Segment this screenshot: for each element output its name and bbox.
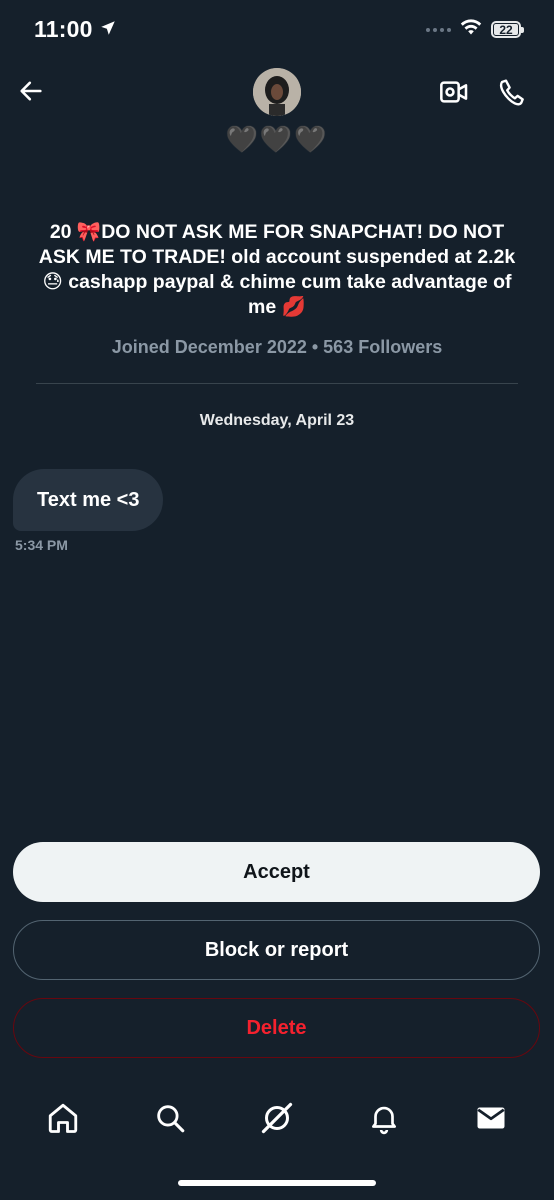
back-button[interactable] — [14, 74, 48, 108]
cellular-signal-icon — [426, 27, 451, 32]
profile-avatar-icon — [253, 68, 301, 116]
delete-button[interactable]: Delete — [13, 998, 540, 1058]
back-arrow-icon — [20, 81, 42, 101]
divider — [36, 383, 518, 384]
nav-home[interactable] — [38, 1093, 88, 1143]
status-bar-indicators: 22 — [426, 18, 524, 41]
bottom-navigation — [0, 1088, 554, 1148]
nav-messages[interactable] — [466, 1093, 516, 1143]
message-text: Text me <3 — [37, 488, 140, 511]
home-icon — [49, 1103, 78, 1133]
message-timestamp: 5:34 PM — [15, 537, 68, 553]
accept-button[interactable]: Accept — [13, 842, 540, 902]
video-camera-icon — [440, 81, 468, 103]
message-bubble[interactable]: Text me <3 — [13, 469, 164, 531]
avatar[interactable] — [253, 68, 301, 116]
messages-icon — [477, 1107, 505, 1129]
display-name-hearts: 🖤🖤🖤 — [225, 124, 329, 154]
joined-followers-info: Joined December 2022 • 563 Followers — [111, 337, 443, 357]
profile-bio: 20 🎀DO NOT ASK ME FOR SNAPCHAT! DO NOT A… — [38, 221, 516, 318]
search-icon — [157, 1105, 185, 1133]
location-arrow-icon — [99, 16, 117, 43]
battery-icon: 22 — [491, 21, 524, 38]
voice-call-button[interactable] — [494, 74, 530, 110]
status-bar-time: 11:00 — [34, 16, 117, 43]
notifications-icon — [371, 1106, 396, 1135]
status-time-text: 11:00 — [34, 16, 93, 42]
grok-icon — [261, 1102, 293, 1134]
wifi-icon — [459, 18, 483, 41]
phone-icon — [499, 79, 524, 106]
battery-level: 22 — [499, 22, 513, 37]
block-or-report-button[interactable]: Block or report — [13, 920, 540, 980]
nav-search[interactable] — [145, 1093, 195, 1143]
nav-grok[interactable] — [252, 1093, 302, 1143]
video-call-button[interactable] — [436, 74, 472, 110]
block-or-report-label: Block or report — [204, 938, 349, 961]
accept-button-label: Accept — [243, 860, 310, 883]
date-separator: Wednesday, April 23 — [199, 412, 355, 429]
home-indicator — [178, 1180, 376, 1186]
delete-button-label: Delete — [246, 1016, 307, 1039]
nav-notifications[interactable] — [359, 1093, 409, 1143]
